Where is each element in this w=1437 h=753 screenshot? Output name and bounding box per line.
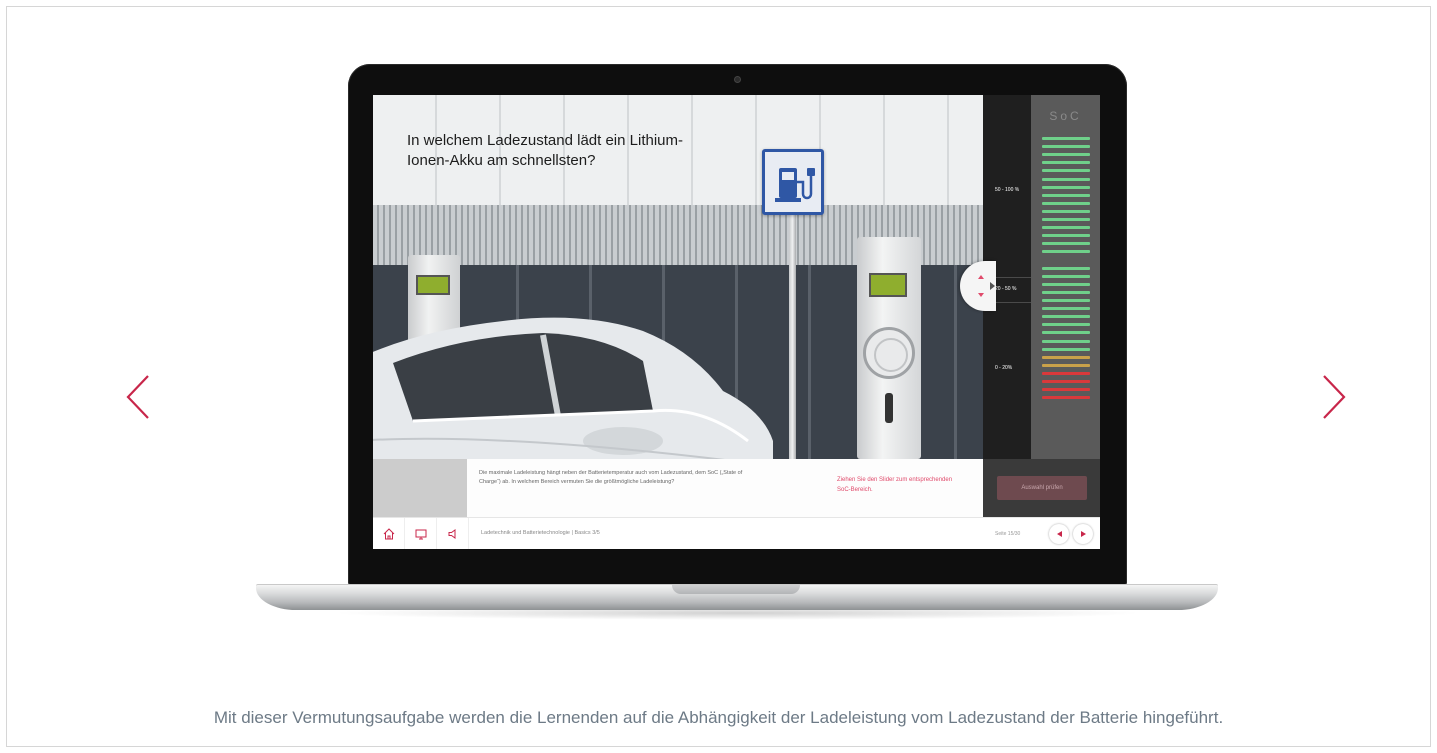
- soc-segment: [1042, 323, 1090, 327]
- soc-segment: [1042, 266, 1090, 270]
- soc-segment: [1042, 355, 1090, 359]
- screen-button[interactable]: [405, 518, 437, 549]
- player-footer: Ladetechnik und Batterietechnologie | Ba…: [373, 517, 1100, 549]
- soc-segment: [1042, 201, 1090, 205]
- page-indicator: Seite 15/30: [995, 531, 1021, 537]
- sound-button[interactable]: [437, 518, 469, 549]
- page-next-button[interactable]: [1073, 524, 1093, 544]
- sign-pole: [789, 207, 796, 459]
- chevron-right-icon: [1323, 375, 1346, 419]
- soc-segment: [1042, 396, 1090, 400]
- soc-segment: [1042, 363, 1090, 367]
- range-label-high: 50 - 100 %: [995, 187, 1020, 193]
- electric-car: [373, 291, 773, 459]
- soc-title: SoC: [1049, 109, 1082, 123]
- range-label-mid: 20 - 50 %: [995, 286, 1017, 292]
- soc-segment: [1042, 169, 1090, 173]
- soc-segment: [1042, 185, 1090, 189]
- soc-segment: [1042, 177, 1090, 181]
- soc-segment: [1042, 380, 1090, 383]
- breadcrumb: Ladetechnik und Batterietechnologie | Ba…: [481, 530, 600, 536]
- laptop-base: [256, 584, 1218, 610]
- soc-segment: [1042, 193, 1090, 197]
- soc-segment: [1042, 290, 1090, 294]
- soc-segment: [1042, 242, 1090, 246]
- soc-segment: [1042, 371, 1090, 375]
- soc-segment: [1042, 137, 1090, 140]
- triangle-left-icon: [1056, 531, 1062, 537]
- soc-segment: [1042, 153, 1090, 157]
- soc-segment: [1042, 234, 1090, 238]
- arrow-up-icon: [978, 275, 984, 279]
- soc-segment: [1042, 315, 1090, 319]
- charging-station-icon: [762, 149, 824, 215]
- monitor-icon: [415, 529, 426, 540]
- laptop-notch: [672, 585, 800, 594]
- chevron-left-icon: [126, 375, 149, 419]
- gallery-next-button[interactable]: [1312, 372, 1352, 422]
- triangle-right-icon: [1080, 531, 1086, 537]
- laptop-lid: In welchem Ladezustand lädt ein Lithium-…: [348, 64, 1127, 586]
- laptop-screen: In welchem Ladezustand lädt ein Lithium-…: [373, 95, 1100, 549]
- question-heading: In welchem Ladezustand lädt ein Lithium-…: [407, 132, 683, 169]
- soc-segment: [1042, 331, 1090, 335]
- pointer-icon: [990, 282, 995, 290]
- soc-segment: [1042, 339, 1090, 343]
- soc-segment: [1042, 218, 1090, 221]
- page-prev-button[interactable]: [1049, 524, 1069, 544]
- speaker-icon: [448, 529, 455, 539]
- slide-caption: Mit dieser Vermutungsaufgabe werden die …: [213, 708, 1224, 727]
- check-answer-button[interactable]: Auswahl prüfen: [997, 476, 1087, 500]
- arrow-down-icon: [978, 293, 984, 297]
- soc-segment: [1042, 282, 1090, 286]
- soc-segment: [1042, 145, 1090, 149]
- gallery-prev-button[interactable]: [120, 372, 160, 422]
- info-panel: Die maximale Ladeleistung hängt neben de…: [467, 459, 983, 517]
- soc-segment: [1042, 161, 1090, 165]
- info-text: Die maximale Ladeleistung hängt neben de…: [479, 470, 743, 485]
- soc-gauge: SoC: [1031, 95, 1100, 459]
- soc-segment: [1042, 307, 1090, 311]
- soc-segment: [1042, 347, 1090, 351]
- soc-segment: [1042, 250, 1090, 254]
- soc-segment: [1042, 388, 1090, 392]
- home-icon: [383, 528, 394, 540]
- check-area: Auswahl prüfen: [983, 459, 1100, 517]
- home-button[interactable]: [373, 518, 405, 549]
- charging-station-photo: In welchem Ladezustand lädt ein Lithium-…: [373, 95, 983, 459]
- soc-segment: [1042, 226, 1090, 230]
- soc-segment: [1042, 209, 1090, 213]
- range-label-low: 0 - 20%: [995, 365, 1013, 371]
- soc-segment: [1042, 299, 1090, 302]
- charging-station-front: [857, 237, 921, 459]
- slider-hint: Ziehen Sie den Slider zum entsprechenden…: [837, 477, 953, 493]
- soc-segment: [1042, 274, 1090, 278]
- webcam-icon: [734, 76, 741, 83]
